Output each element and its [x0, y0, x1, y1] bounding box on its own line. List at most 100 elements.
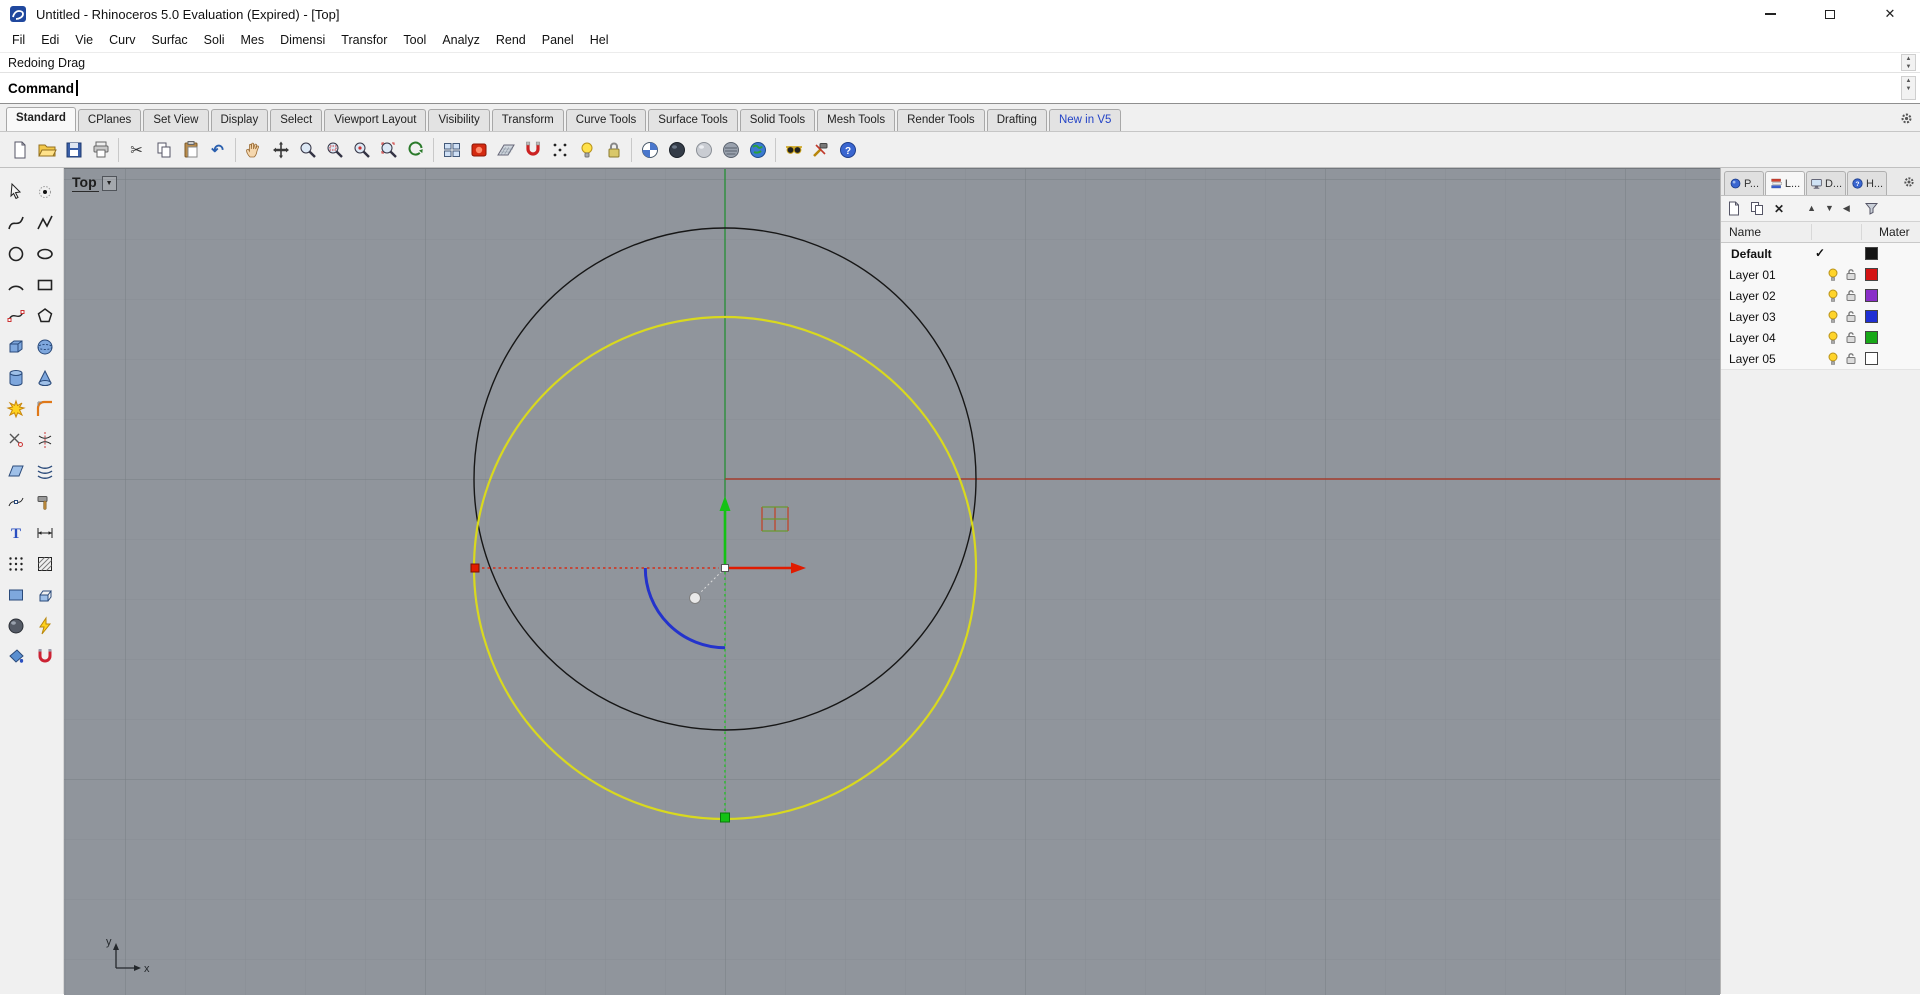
viewport-top[interactable]: Top ▼ y x: [64, 168, 1720, 995]
lightning-icon[interactable]: [32, 612, 59, 639]
viewport-canvas[interactable]: y x: [64, 169, 1720, 995]
fillet-icon[interactable]: [32, 395, 59, 422]
curve-icon[interactable]: [3, 209, 30, 236]
tab-help[interactable]: ? H...: [1847, 171, 1887, 195]
rotate-view-icon[interactable]: [402, 135, 429, 165]
tab-mesh-tools[interactable]: Mesh Tools: [817, 109, 896, 131]
tab-select[interactable]: Select: [270, 109, 323, 131]
points-on-icon[interactable]: [546, 135, 573, 165]
tab-options-gear-icon[interactable]: [1899, 111, 1914, 126]
gumball-origin-handle[interactable]: [721, 564, 729, 572]
menu-solid[interactable]: Soli: [196, 30, 233, 50]
lock-icon[interactable]: [600, 135, 627, 165]
layer-color-swatch[interactable]: [1865, 247, 1878, 260]
command-line[interactable]: Command ▲ ▼: [0, 73, 1920, 103]
tab-set-view[interactable]: Set View: [143, 109, 209, 131]
scroll-up-icon[interactable]: ▲: [1902, 55, 1915, 63]
layer-name[interactable]: Layer 01: [1729, 268, 1776, 282]
move-layer-down-icon[interactable]: ▼: [1825, 204, 1834, 213]
arc-icon[interactable]: [3, 271, 30, 298]
point-grid-icon[interactable]: [3, 550, 30, 577]
layer-name[interactable]: Layer 02: [1729, 289, 1776, 303]
tab-transform[interactable]: Transform: [491, 109, 564, 131]
layer-row-default[interactable]: Default ✓: [1721, 243, 1920, 264]
layer-visibility-bulb-icon[interactable]: [1827, 352, 1839, 366]
gumball-x-handle[interactable]: [470, 563, 480, 573]
ghosted-view-icon[interactable]: [690, 135, 717, 165]
tab-new-in-v5[interactable]: New in V5: [1048, 109, 1122, 131]
zoom-selected-icon[interactable]: [348, 135, 375, 165]
tab-drafting[interactable]: Drafting: [986, 109, 1047, 131]
layer-color-swatch[interactable]: [1865, 310, 1878, 323]
layer-lock-icon[interactable]: [1845, 310, 1857, 323]
sphere-icon[interactable]: [32, 333, 59, 360]
render-sphere-icon[interactable]: [3, 612, 30, 639]
layer-name[interactable]: Layer 05: [1729, 352, 1776, 366]
layer-color-swatch[interactable]: [1865, 352, 1878, 365]
move-layer-up-icon[interactable]: ▲: [1807, 204, 1816, 213]
minimize-button[interactable]: [1740, 0, 1800, 28]
quadrant-point-handle[interactable]: [720, 812, 730, 823]
command-history[interactable]: Redoing Drag ▲ ▼: [0, 53, 1920, 73]
column-material[interactable]: Mater: [1879, 225, 1910, 239]
column-name[interactable]: Name: [1729, 225, 1761, 239]
menu-file[interactable]: Fil: [4, 30, 33, 50]
copy-icon[interactable]: [150, 135, 177, 165]
layer-row-05[interactable]: Layer 05: [1721, 348, 1920, 369]
layer-visibility-bulb-icon[interactable]: [1827, 310, 1839, 324]
print-icon[interactable]: [87, 135, 114, 165]
layer-color-swatch[interactable]: [1865, 268, 1878, 281]
tab-render-tools[interactable]: Render Tools: [897, 109, 985, 131]
viewport-name[interactable]: Top: [72, 174, 99, 192]
layer-name[interactable]: Default: [1731, 247, 1772, 261]
wireframe-view-icon[interactable]: [663, 135, 690, 165]
menu-panels[interactable]: Panel: [534, 30, 582, 50]
explode-icon[interactable]: [3, 395, 30, 422]
layer-lock-icon[interactable]: [1845, 289, 1857, 302]
zoom-dynamic-icon[interactable]: [294, 135, 321, 165]
rebuild-icon[interactable]: [32, 488, 59, 515]
undo-icon[interactable]: ↶: [204, 135, 231, 165]
menu-mesh[interactable]: Mes: [233, 30, 273, 50]
save-icon[interactable]: [60, 135, 87, 165]
viewport-menu-dropdown[interactable]: ▼: [101, 175, 117, 191]
dimension-icon[interactable]: [32, 519, 59, 546]
sunglasses-icon[interactable]: [780, 135, 807, 165]
xray-view-icon[interactable]: [717, 135, 744, 165]
menu-help[interactable]: Hel: [582, 30, 617, 50]
select-icon[interactable]: [3, 178, 30, 205]
layer-name[interactable]: Layer 04: [1729, 331, 1776, 345]
collapse-layers-icon[interactable]: ◀: [1843, 204, 1850, 213]
panel-options-gear-icon[interactable]: [1902, 175, 1916, 189]
close-button[interactable]: ✕: [1860, 0, 1920, 28]
layer-row-02[interactable]: Layer 02: [1721, 285, 1920, 306]
extrude-icon[interactable]: [32, 581, 59, 608]
move-icon[interactable]: [267, 135, 294, 165]
scroll-down-icon[interactable]: ▼: [1902, 85, 1915, 93]
history-scrollbar[interactable]: ▲ ▼: [1901, 54, 1916, 71]
layer-visibility-bulb-icon[interactable]: [1827, 268, 1839, 282]
menu-tools[interactable]: Tool: [395, 30, 434, 50]
freeform-icon[interactable]: [3, 302, 30, 329]
surface-icon[interactable]: [3, 457, 30, 484]
tab-solid-tools[interactable]: Solid Tools: [739, 109, 816, 131]
delete-layer-icon[interactable]: ✕: [1774, 203, 1784, 215]
pan-icon[interactable]: [240, 135, 267, 165]
tab-properties[interactable]: P...: [1724, 171, 1764, 195]
tab-cplanes[interactable]: CPlanes: [77, 109, 142, 131]
menu-render[interactable]: Rend: [488, 30, 534, 50]
planar-surface-icon[interactable]: [3, 581, 30, 608]
cut-icon[interactable]: ✂: [123, 135, 150, 165]
menu-dimension[interactable]: Dimensi: [272, 30, 333, 50]
tab-layers[interactable]: L...: [1765, 171, 1805, 195]
tab-surface-tools[interactable]: Surface Tools: [648, 109, 738, 131]
cone-icon[interactable]: [32, 364, 59, 391]
menu-view[interactable]: Vie: [67, 30, 101, 50]
scroll-up-icon[interactable]: ▲: [1902, 77, 1915, 85]
paste-icon[interactable]: [177, 135, 204, 165]
tab-standard[interactable]: Standard: [6, 107, 76, 131]
loft-icon[interactable]: [32, 457, 59, 484]
text-icon[interactable]: T: [3, 519, 30, 546]
split-icon[interactable]: [32, 426, 59, 453]
polygon-icon[interactable]: [32, 302, 59, 329]
